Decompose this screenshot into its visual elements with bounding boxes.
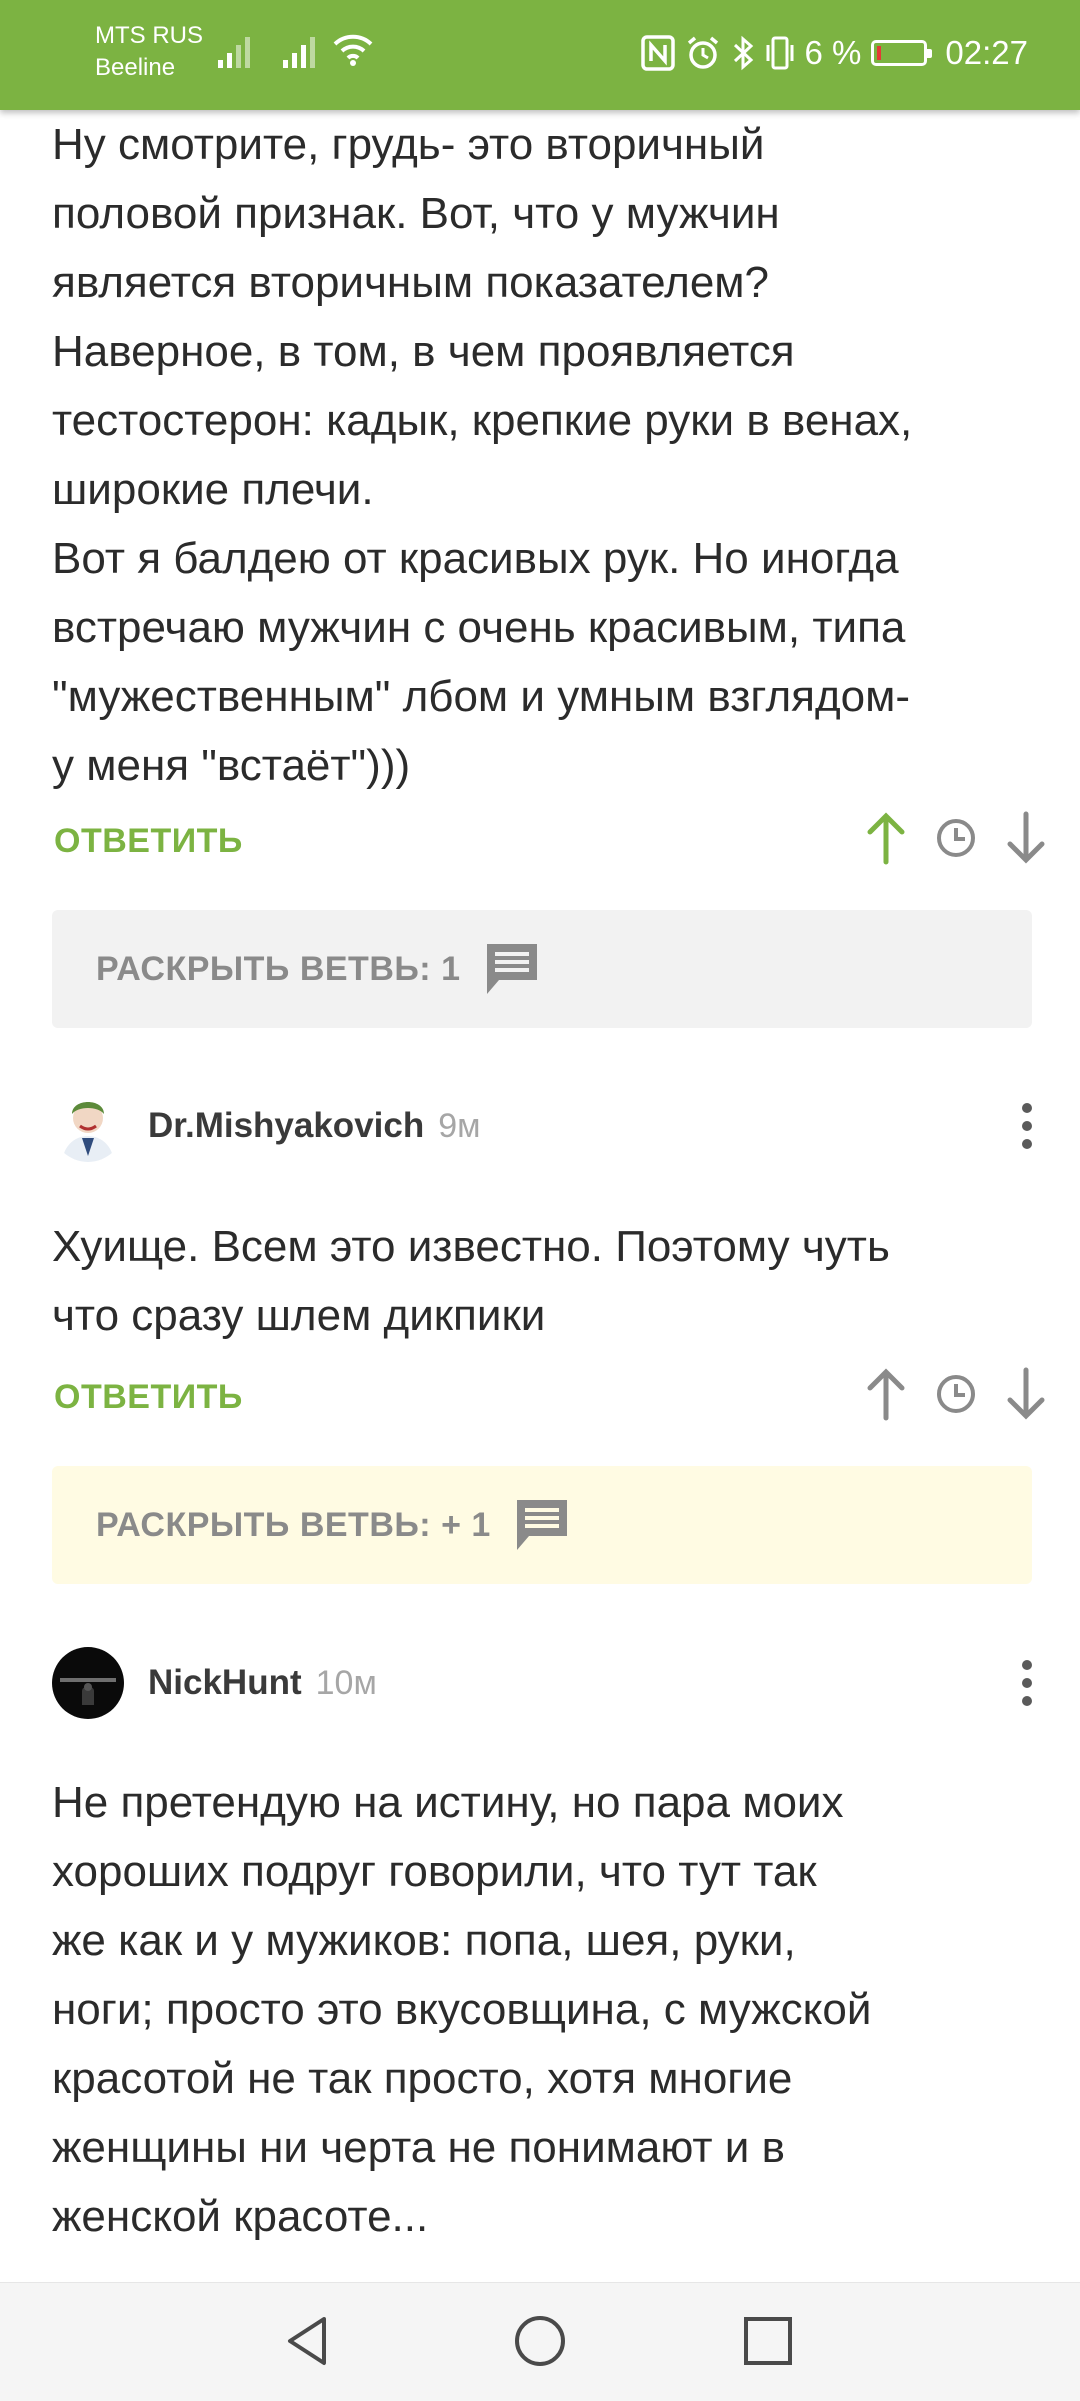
arrow-up-icon[interactable] (862, 1366, 910, 1422)
comment-header: NickHunt 10м (52, 1643, 1042, 1723)
alarm-icon (687, 36, 718, 69)
signal-icon (218, 37, 250, 68)
nfc-icon (640, 35, 675, 71)
carrier-info: MTS RUS Beeline (95, 20, 203, 84)
expand-branch-label: РАСКРЫТЬ ВЕТВЬ: + 1 (96, 1505, 491, 1544)
comment-icon (516, 1500, 567, 1550)
comment-time: 10м (315, 1663, 377, 1702)
comment-actions (862, 810, 1050, 866)
comment-text: Хуище. Всем это известно. Поэтому чуть ч… (52, 1222, 890, 1340)
comment-icon (486, 944, 537, 994)
recents-icon[interactable] (740, 2311, 796, 2371)
arrow-down-icon[interactable] (1002, 810, 1050, 866)
expand-branch-label: РАСКРЫТЬ ВЕТВЬ: 1 (96, 949, 461, 988)
avatar[interactable] (52, 1647, 124, 1719)
back-icon[interactable] (280, 2311, 336, 2371)
expand-branch-button[interactable]: РАСКРЫТЬ ВЕТВЬ: + 1 (52, 1466, 1032, 1584)
more-vertical-icon[interactable] (1012, 1657, 1042, 1709)
status-right: 6 % 02:27 (640, 28, 1028, 78)
carrier-2: Beeline (95, 54, 176, 81)
vibrate-icon (766, 36, 794, 70)
comment-actions (862, 1366, 1050, 1422)
signal-icon-2 (283, 37, 315, 68)
expand-branch-button[interactable]: РАСКРЫТЬ ВЕТВЬ: 1 (52, 910, 1032, 1028)
wifi-icon (333, 34, 373, 66)
battery-icon (871, 40, 933, 66)
author-name[interactable]: NickHunt (148, 1663, 302, 1703)
status-bar: MTS RUS Beeline 6 % 02:27 (0, 0, 1080, 110)
home-icon[interactable] (510, 2311, 570, 2371)
clock-icon[interactable] (932, 810, 980, 866)
comment-text: Не претендую на истину, но пара моих хор… (52, 1778, 872, 2241)
system-nav-bar (0, 2282, 1080, 2401)
carrier-1: MTS RUS (95, 22, 203, 49)
reply-button[interactable]: ОТВЕТИТЬ (54, 1378, 243, 1417)
battery-percent: 6 % (804, 34, 862, 71)
clock-icon[interactable] (932, 1366, 980, 1422)
comment-time: 9м (438, 1106, 481, 1145)
avatar[interactable] (52, 1090, 124, 1162)
more-vertical-icon[interactable] (1012, 1100, 1042, 1152)
reply-button[interactable]: ОТВЕТИТЬ (54, 822, 243, 861)
clock-time: 02:27 (945, 34, 1028, 71)
arrow-up-icon[interactable] (862, 810, 910, 866)
author-name[interactable]: Dr.Mishyakovich (148, 1106, 424, 1146)
comment-header: Dr.Mishyakovich 9м (52, 1086, 1042, 1166)
bluetooth-icon (733, 35, 753, 71)
arrow-down-icon[interactable] (1002, 1366, 1050, 1422)
comment-text: Ну смотрите, грудь- это вторичный полово… (52, 120, 913, 790)
